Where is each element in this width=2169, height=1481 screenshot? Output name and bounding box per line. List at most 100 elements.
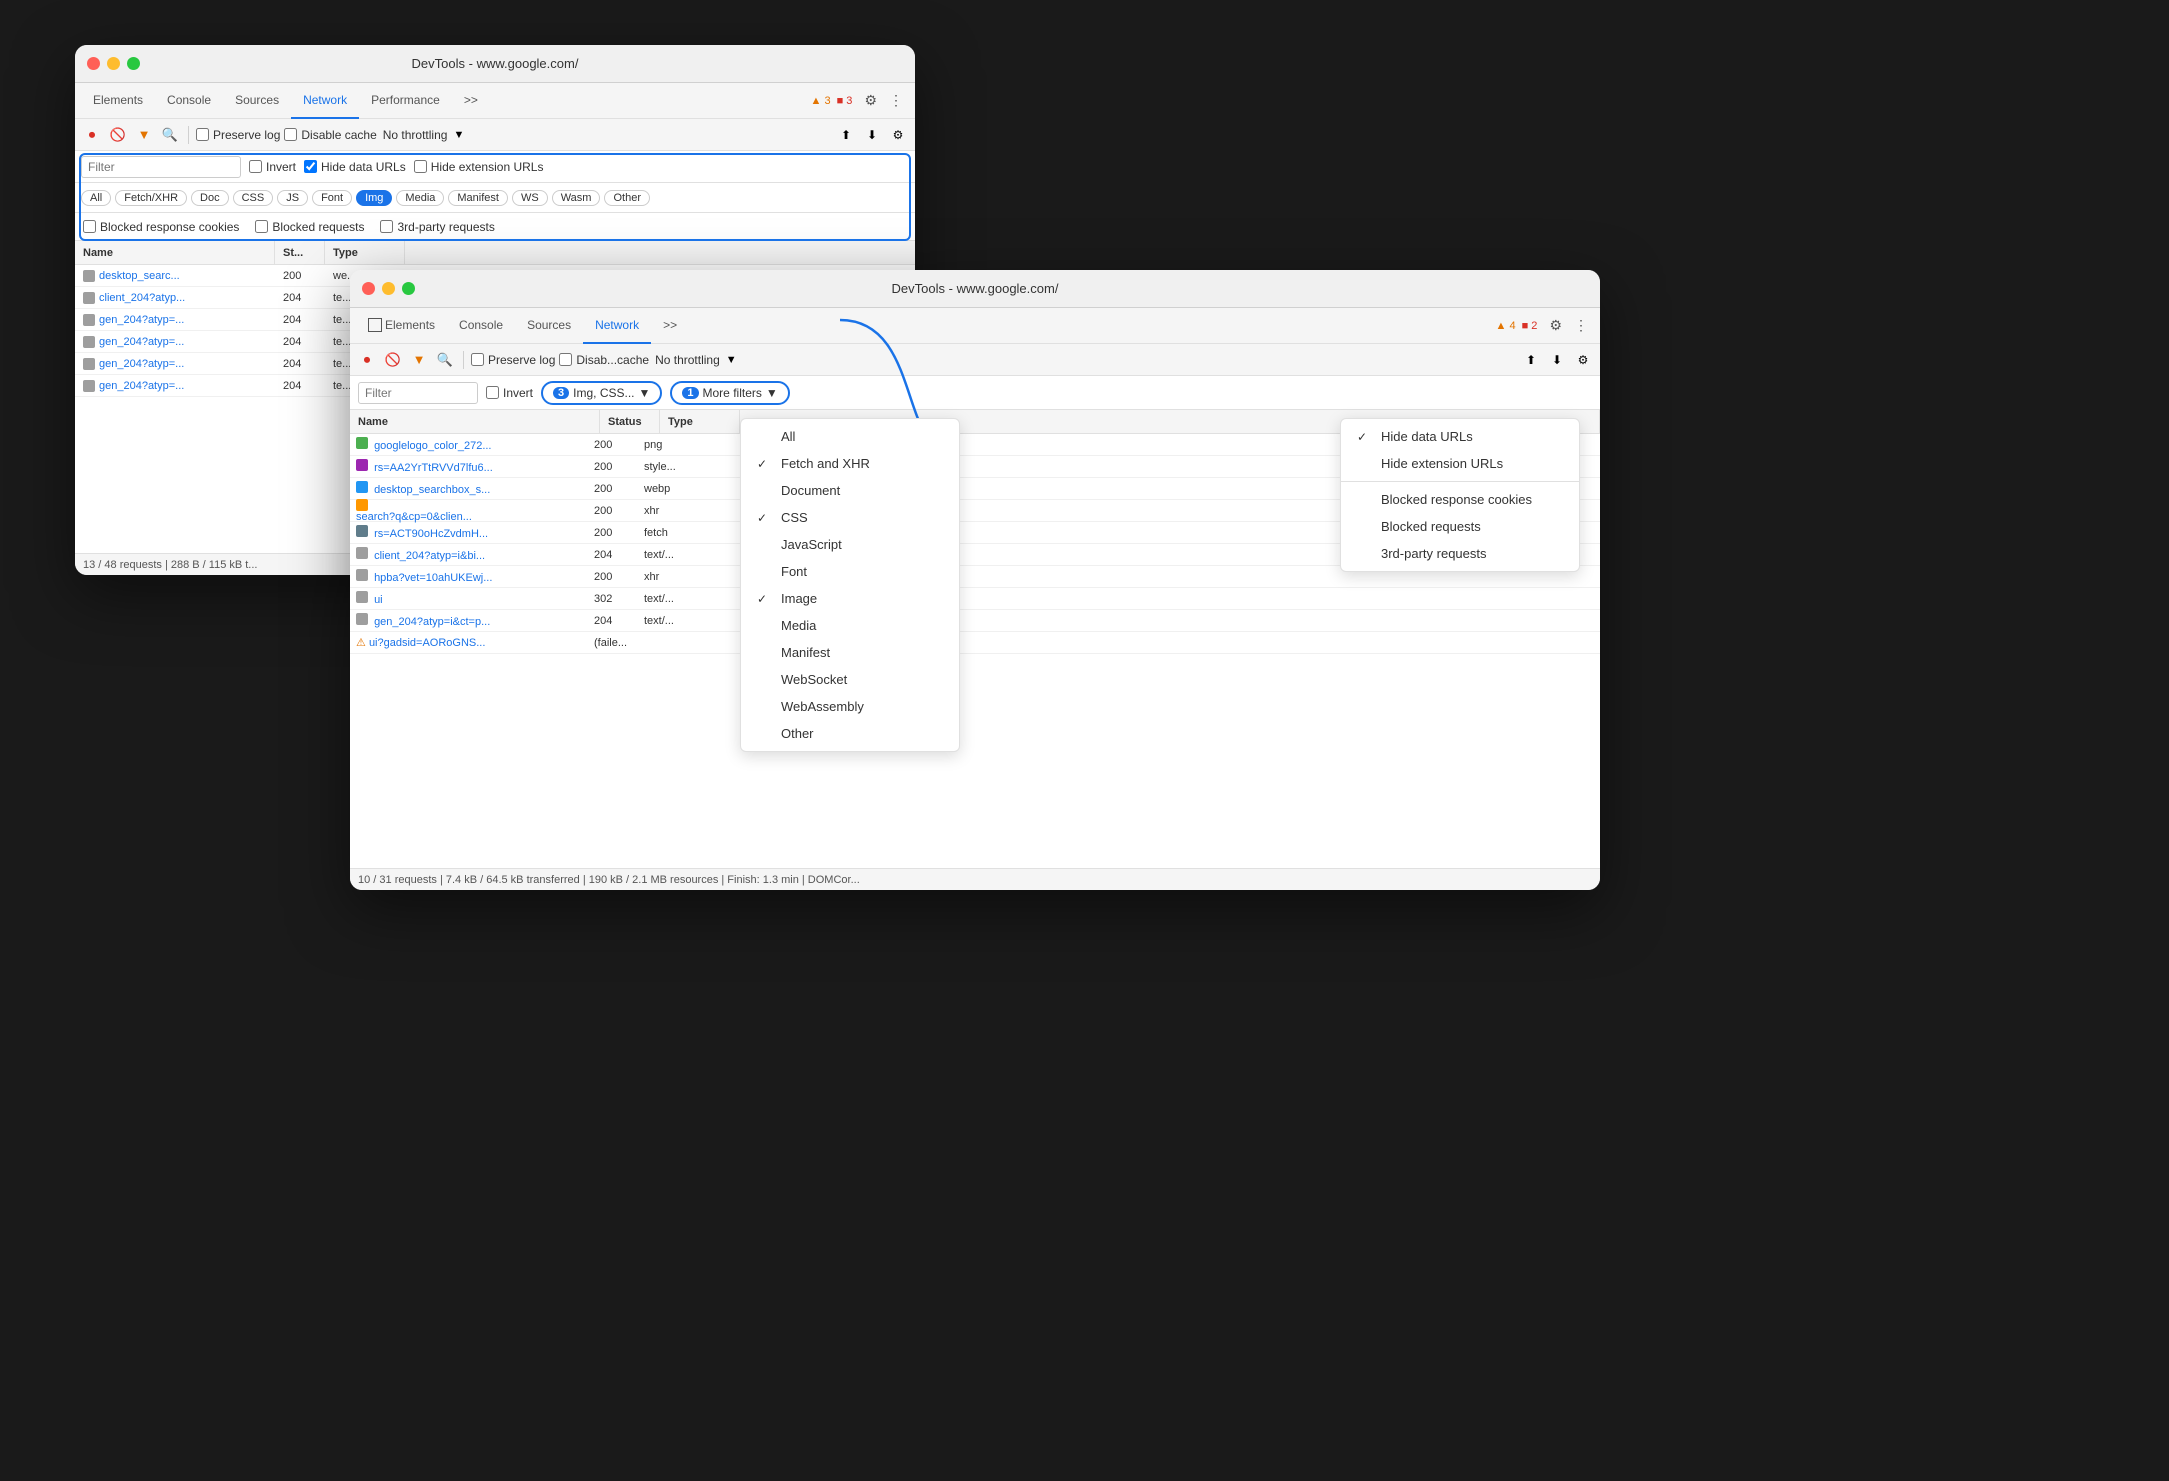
- settings-btn-1[interactable]: ⚙: [887, 124, 909, 146]
- chip-img-1[interactable]: Img: [356, 190, 392, 206]
- filter-input-2[interactable]: [358, 382, 478, 404]
- invert-checkbox-2[interactable]: [486, 386, 499, 399]
- download-button-2[interactable]: ⬇: [1546, 349, 1568, 371]
- disable-cache-checkbox-2[interactable]: [559, 353, 572, 366]
- minimize-button-1[interactable]: [107, 57, 120, 70]
- settings-button-2[interactable]: ⚙: [1543, 313, 1568, 338]
- throttle-select-1[interactable]: No throttling: [381, 128, 450, 142]
- tab-more-1[interactable]: >>: [452, 83, 490, 119]
- dropdown-item-document[interactable]: Document: [741, 477, 959, 504]
- chip-css-1[interactable]: CSS: [233, 190, 274, 206]
- chip-other-1[interactable]: Other: [604, 190, 650, 206]
- w2-row-9[interactable]: ⚠ ui?gadsid=AORoGNS... (faile...: [350, 632, 1600, 654]
- tab-performance-1[interactable]: Performance: [359, 83, 452, 119]
- w2-row-7[interactable]: ui 302 text/...: [350, 588, 1600, 610]
- clear-button-1[interactable]: 🚫: [107, 124, 129, 146]
- chip-manifest-1[interactable]: Manifest: [448, 190, 508, 206]
- filter-button-2[interactable]: ▼: [408, 349, 430, 371]
- disable-cache-checkbox-1[interactable]: [284, 128, 297, 141]
- tab-elements-1[interactable]: Elements: [81, 83, 155, 119]
- hide-data-checkbox-1[interactable]: [304, 160, 317, 173]
- blocked-requests-label-1[interactable]: Blocked requests: [255, 220, 364, 234]
- dropdown-label-css: CSS: [781, 510, 943, 525]
- settings-button-1[interactable]: ⚙: [858, 88, 883, 113]
- tab-sources-2[interactable]: Sources: [515, 308, 583, 344]
- chip-doc-1[interactable]: Doc: [191, 190, 229, 206]
- blocked-cookies-checkbox-1[interactable]: [83, 220, 96, 233]
- invert-label-1[interactable]: Invert: [249, 160, 296, 174]
- tab-network-2[interactable]: Network: [583, 308, 651, 344]
- chip-ws-1[interactable]: WS: [512, 190, 548, 206]
- chip-font-1[interactable]: Font: [312, 190, 352, 206]
- maximize-button-2[interactable]: [402, 282, 415, 295]
- preserve-log-label-2[interactable]: Preserve log: [471, 353, 555, 367]
- close-button-2[interactable]: [362, 282, 375, 295]
- dropdown-item-hide-data[interactable]: ✓ Hide data URLs: [1341, 423, 1579, 450]
- more-button-1[interactable]: ⋮: [883, 88, 909, 113]
- minimize-button-2[interactable]: [382, 282, 395, 295]
- search-button-1[interactable]: 🔍: [159, 124, 181, 146]
- preserve-log-checkbox-1[interactable]: [196, 128, 209, 141]
- more-filters-dropdown-button[interactable]: 1 More filters ▼: [670, 381, 789, 405]
- filter-input-1[interactable]: [81, 156, 241, 178]
- chip-all-1[interactable]: All: [81, 190, 111, 206]
- dropdown-item-font[interactable]: Font: [741, 558, 959, 585]
- dropdown-item-third-party[interactable]: 3rd-party requests: [1341, 540, 1579, 567]
- throttle-text-2[interactable]: No throttling: [653, 353, 722, 367]
- chip-js-1[interactable]: JS: [277, 190, 308, 206]
- hide-ext-checkbox-1[interactable]: [414, 160, 427, 173]
- download-button-1[interactable]: ⬇: [861, 124, 883, 146]
- img-css-dropdown-button[interactable]: 3 Img, CSS... ▼: [541, 381, 662, 405]
- tab-console-2[interactable]: Console: [447, 308, 515, 344]
- dropdown-item-image[interactable]: ✓ Image: [741, 585, 959, 612]
- dropdown-item-hide-ext[interactable]: Hide extension URLs: [1341, 450, 1579, 477]
- dropdown-item-webassembly[interactable]: WebAssembly: [741, 693, 959, 720]
- w2-row-8[interactable]: gen_204?atyp=i&ct=p... 204 text/...: [350, 610, 1600, 632]
- row-icon-2-4: [356, 525, 368, 537]
- invert-checkbox-1[interactable]: [249, 160, 262, 173]
- disable-cache-label-1[interactable]: Disable cache: [284, 128, 376, 142]
- tab-sources-label-2: Sources: [527, 318, 571, 332]
- blocked-cookies-label-1[interactable]: Blocked response cookies: [83, 220, 239, 234]
- hide-ext-label-1[interactable]: Hide extension URLs: [414, 160, 544, 174]
- dropdown-item-all[interactable]: All: [741, 423, 959, 450]
- dropdown-item-blocked-cookies[interactable]: Blocked response cookies: [1341, 486, 1579, 513]
- w2-td-type-3: xhr: [640, 505, 710, 517]
- dropdown-item-manifest[interactable]: Manifest: [741, 639, 959, 666]
- tab-more-2[interactable]: >>: [651, 308, 689, 344]
- upload-button-1[interactable]: ⬆: [835, 124, 857, 146]
- record-button-1[interactable]: ⏺: [81, 124, 103, 146]
- tab-console-1[interactable]: Console: [155, 83, 223, 119]
- filter-button-1[interactable]: ▼: [133, 124, 155, 146]
- close-button-1[interactable]: [87, 57, 100, 70]
- w2-td-name-6: hpba?vet=10ahUKEwj...: [350, 569, 590, 584]
- preserve-log-checkbox-2[interactable]: [471, 353, 484, 366]
- maximize-button-1[interactable]: [127, 57, 140, 70]
- search-button-2[interactable]: 🔍: [434, 349, 456, 371]
- more-button-2[interactable]: ⋮: [1568, 313, 1594, 338]
- preserve-log-label-1[interactable]: Preserve log: [196, 128, 280, 142]
- clear-button-2[interactable]: 🚫: [382, 349, 404, 371]
- third-party-label-1[interactable]: 3rd-party requests: [380, 220, 494, 234]
- dropdown-item-blocked-requests[interactable]: Blocked requests: [1341, 513, 1579, 540]
- dropdown-item-media[interactable]: Media: [741, 612, 959, 639]
- settings-btn-2[interactable]: ⚙: [1572, 349, 1594, 371]
- record-button-2[interactable]: ⏺: [356, 349, 378, 371]
- blocked-requests-checkbox-1[interactable]: [255, 220, 268, 233]
- dropdown-item-javascript[interactable]: JavaScript: [741, 531, 959, 558]
- third-party-checkbox-1[interactable]: [380, 220, 393, 233]
- chip-wasm-1[interactable]: Wasm: [552, 190, 601, 206]
- upload-button-2[interactable]: ⬆: [1520, 349, 1542, 371]
- chip-fetchxhr-1[interactable]: Fetch/XHR: [115, 190, 187, 206]
- hide-data-label-1[interactable]: Hide data URLs: [304, 160, 406, 174]
- disable-cache-label-2[interactable]: Disab...cache: [559, 353, 649, 367]
- tab-sources-1[interactable]: Sources: [223, 83, 291, 119]
- dropdown-item-fetchxhr[interactable]: ✓ Fetch and XHR: [741, 450, 959, 477]
- dropdown-item-websocket[interactable]: WebSocket: [741, 666, 959, 693]
- tab-network-1[interactable]: Network: [291, 83, 359, 119]
- tab-elements-2[interactable]: Elements: [356, 308, 447, 344]
- dropdown-item-other[interactable]: Other: [741, 720, 959, 747]
- dropdown-item-css[interactable]: ✓ CSS: [741, 504, 959, 531]
- chip-media-1[interactable]: Media: [396, 190, 444, 206]
- invert-label-2[interactable]: Invert: [486, 386, 533, 400]
